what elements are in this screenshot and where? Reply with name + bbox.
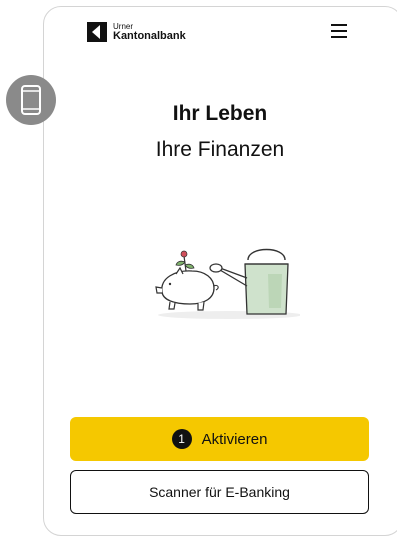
scanner-button-label: Scanner für E-Banking — [149, 484, 290, 500]
activate-button[interactable]: 1 Aktivieren — [70, 417, 369, 461]
page-subtitle: Ihre Finanzen — [155, 138, 285, 161]
logo-line2: Kantonalbank — [113, 29, 186, 42]
scanner-button[interactable]: Scanner für E-Banking — [70, 470, 369, 514]
step-badge: 1 — [171, 429, 192, 449]
hamburger-menu-icon[interactable] — [331, 24, 347, 38]
logo-mark-icon — [87, 22, 107, 42]
logo-text: Urner Kantonalbank — [113, 22, 186, 42]
page-title: Ihr Leben — [172, 102, 268, 125]
piggy-bank-and-watering-can-illustration — [150, 238, 302, 328]
bank-logo[interactable]: Urner Kantonalbank — [87, 20, 186, 44]
activate-button-label: Aktivieren — [201, 430, 268, 448]
